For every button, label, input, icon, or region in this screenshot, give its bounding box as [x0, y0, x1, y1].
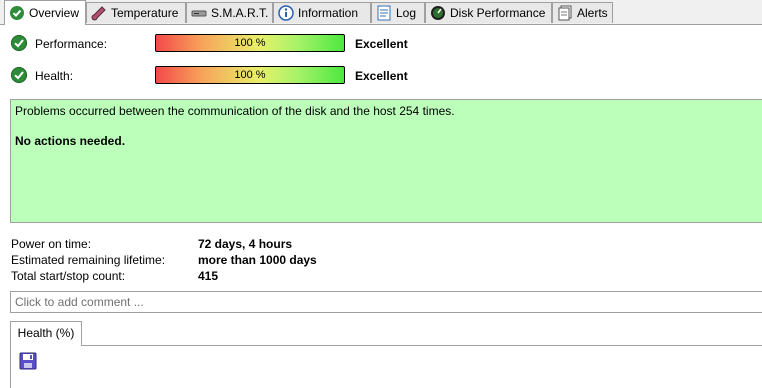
tab-disk-performance[interactable]: Disk Performance — [425, 2, 552, 23]
tab-label: Information — [298, 6, 359, 20]
drive-icon — [191, 5, 207, 21]
status-message-panel: Problems occurred between the communicat… — [10, 99, 762, 223]
tab-overview[interactable]: Overview — [4, 0, 86, 25]
tab-alerts[interactable]: Alerts — [552, 2, 613, 23]
tab-label: Alerts — [577, 6, 608, 20]
green-check-icon — [9, 5, 25, 21]
lifetime-value: more than 1000 days — [198, 253, 317, 267]
health-verdict: Excellent — [355, 69, 408, 83]
save-icon[interactable] — [19, 352, 37, 370]
info-icon — [278, 5, 294, 21]
tab-health-percent[interactable]: Health (%) — [10, 321, 82, 346]
health-value: 100 % — [234, 69, 266, 81]
health-chart-panel — [10, 345, 762, 388]
alerts-document-icon — [557, 5, 573, 21]
health-ok-icon — [11, 67, 27, 83]
performance-value: 100 % — [234, 37, 266, 49]
thermometer-icon — [91, 5, 107, 21]
log-document-icon — [376, 5, 392, 21]
performance-verdict: Excellent — [355, 37, 408, 51]
startstop-label: Total start/stop count: — [11, 269, 126, 283]
tab-temperature[interactable]: Temperature — [86, 2, 186, 23]
health-chart-area: Health (%) — [10, 321, 762, 388]
power-on-label: Power on time: — [11, 237, 92, 251]
performance-bar: 100 % — [155, 34, 345, 52]
tab-label: S.M.A.R.T. — [211, 6, 269, 20]
performance-ok-icon — [11, 35, 27, 51]
tab-strip: Overview Temperature S.M.A.R.T. Informat… — [0, 0, 762, 25]
tab-label: Overview — [29, 6, 80, 20]
health-label: Health: — [35, 69, 74, 83]
tab-log[interactable]: Log — [371, 2, 425, 23]
power-on-value: 72 days, 4 hours — [198, 237, 293, 251]
tab-label: Temperature — [111, 6, 179, 20]
startstop-value: 415 — [198, 269, 219, 283]
tab-information[interactable]: Information — [273, 2, 371, 23]
performance-label: Performance: — [35, 37, 108, 51]
comment-input[interactable]: Click to add comment ... — [10, 291, 762, 313]
health-bar: 100 % — [155, 66, 345, 84]
tab-label: Log — [396, 6, 417, 20]
tab-smart[interactable]: S.M.A.R.T. — [186, 2, 273, 23]
tab-label: Disk Performance — [450, 6, 546, 20]
gauge-icon — [430, 5, 446, 21]
status-action-text: No actions needed. — [15, 134, 126, 148]
status-message-text: Problems occurred between the communicat… — [15, 104, 455, 118]
lifetime-label: Estimated remaining lifetime: — [11, 253, 166, 267]
